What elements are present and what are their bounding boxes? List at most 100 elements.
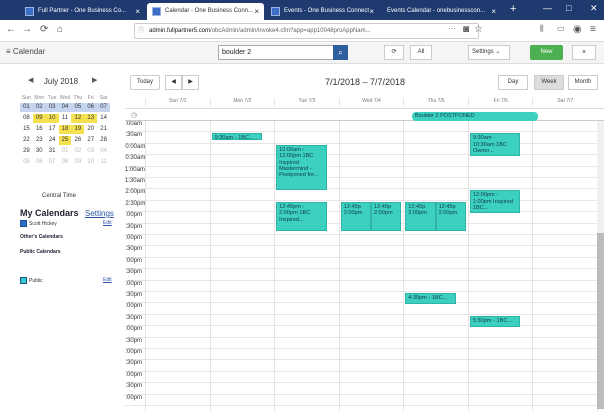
close-tab-icon[interactable]: × bbox=[369, 3, 374, 20]
hour-row[interactable]: 4:00pm bbox=[125, 281, 597, 292]
settings-dropdown[interactable]: Settings ⌄ bbox=[468, 45, 510, 60]
day-header[interactable]: Tue 7/3 bbox=[274, 98, 339, 106]
mini-cal-day[interactable]: 14 bbox=[97, 114, 110, 123]
hour-row[interactable]: 3:00pm bbox=[125, 258, 597, 270]
mini-cal-day[interactable]: 02 bbox=[71, 147, 84, 156]
mini-cal-day[interactable]: 10 bbox=[84, 158, 97, 167]
mini-cal-day[interactable]: 01 bbox=[59, 147, 72, 156]
scrollbar[interactable] bbox=[597, 121, 604, 409]
checkbox-icon[interactable] bbox=[20, 220, 27, 227]
hour-row[interactable]: 9:30am bbox=[125, 132, 597, 144]
scrollbar-thumb[interactable] bbox=[597, 233, 604, 409]
mini-cal-day[interactable]: 08 bbox=[20, 114, 33, 123]
hour-row[interactable]: 10:00am bbox=[125, 144, 597, 156]
calendar-event[interactable]: 12:45p 2:00pm bbox=[371, 201, 402, 232]
mini-cal-day[interactable]: 16 bbox=[33, 125, 46, 134]
sidebar-icon[interactable]: ▭ bbox=[557, 24, 565, 33]
hour-row[interactable]: 2:30pm bbox=[125, 246, 597, 258]
browser-tab-events[interactable]: Events - One Business Connect × bbox=[266, 3, 379, 20]
refresh-button[interactable]: ⟳ bbox=[384, 45, 404, 60]
mini-cal-day[interactable]: 07 bbox=[46, 158, 59, 167]
bookmark-star-icon[interactable]: ☆ bbox=[474, 24, 483, 35]
hour-row[interactable]: 2:00pm bbox=[125, 235, 597, 247]
hour-row[interactable]: 8:30pm bbox=[125, 383, 597, 395]
mini-cal-day[interactable]: 06 bbox=[33, 158, 46, 167]
mini-cal-day[interactable]: 05 bbox=[71, 103, 85, 112]
reload-icon[interactable]: ⟳ bbox=[40, 24, 48, 35]
hour-row[interactable]: 8:00pm bbox=[125, 372, 597, 384]
hour-row[interactable]: 4:30pm bbox=[125, 292, 597, 304]
search-button[interactable]: ⌕ bbox=[333, 45, 348, 60]
day-header[interactable]: Fri 7/6 bbox=[467, 98, 533, 106]
hour-row[interactable]: 12:00pm bbox=[125, 189, 597, 201]
maximize-button[interactable]: □ bbox=[566, 3, 571, 13]
mini-cal-day[interactable]: 12 bbox=[71, 114, 85, 123]
calendar-event[interactable]: 12:45p 2:00pm bbox=[435, 201, 466, 232]
new-tab-button[interactable]: + bbox=[510, 3, 516, 15]
hour-row[interactable]: 5:30pm bbox=[125, 315, 597, 327]
all-day-event[interactable]: Boulder 2 POSTPONED bbox=[412, 112, 538, 121]
mini-cal-day[interactable]: 30 bbox=[33, 147, 46, 156]
mini-cal-day[interactable]: 22 bbox=[20, 136, 33, 145]
calendar-event[interactable]: 12:45p 2:00pm bbox=[340, 201, 371, 232]
checkbox-icon[interactable] bbox=[20, 277, 27, 284]
mini-cal-day[interactable]: 09 bbox=[32, 114, 46, 123]
hour-row[interactable]: 6:30pm bbox=[125, 338, 597, 349]
hour-row[interactable]: 5:00pm bbox=[125, 303, 597, 315]
close-tab-icon[interactable]: × bbox=[135, 3, 140, 20]
mini-cal-day[interactable]: 25 bbox=[58, 136, 72, 145]
calendar-event[interactable]: 9:30am - 10:30am 1BC Owner... bbox=[469, 133, 521, 157]
calendar-event[interactable]: 12:00pm - 1:00pm Inspired 1BC... bbox=[469, 190, 521, 214]
home-icon[interactable]: ⌂ bbox=[57, 24, 63, 35]
calendar-event[interactable]: 5:30pm - 1BC... bbox=[469, 315, 521, 328]
mini-cal-day[interactable]: 18 bbox=[58, 125, 72, 134]
mini-cal-day[interactable]: 26 bbox=[71, 136, 84, 145]
calendar-settings-link[interactable]: Settings bbox=[85, 209, 114, 218]
mini-cal-day[interactable]: 17 bbox=[46, 125, 59, 134]
mini-cal-day[interactable]: 28 bbox=[97, 136, 110, 145]
calendar-event[interactable]: 10:00am - 12:00pm 1BC Inspired Mastermin… bbox=[276, 144, 327, 191]
close-button[interactable]: × bbox=[572, 45, 596, 60]
account-icon[interactable]: ◉ bbox=[573, 24, 582, 35]
prev-week-button[interactable]: ◀ bbox=[165, 75, 182, 90]
mini-cal-day[interactable]: 20 bbox=[84, 125, 97, 134]
window-close-button[interactable]: ✕ bbox=[590, 3, 598, 14]
new-button[interactable]: New bbox=[530, 45, 563, 60]
mini-cal-day[interactable]: 19 bbox=[71, 125, 85, 134]
mini-cal-day[interactable]: 10 bbox=[45, 114, 59, 123]
browser-tab-events-calendar[interactable]: Events Calendar - onebusinesscon... × bbox=[381, 3, 501, 20]
day-header[interactable]: Mon 7/2 bbox=[209, 98, 275, 106]
month-view-button[interactable]: Month bbox=[568, 75, 598, 90]
mini-cal-day[interactable]: 02 bbox=[32, 103, 46, 112]
mini-cal-day[interactable]: 04 bbox=[97, 147, 110, 156]
hour-row[interactable]: 11:30am bbox=[125, 178, 597, 190]
mini-cal-day[interactable]: 03 bbox=[84, 147, 97, 156]
hour-row[interactable]: 3:30pm bbox=[125, 269, 597, 281]
mini-cal-day[interactable]: 03 bbox=[45, 103, 59, 112]
day-header[interactable]: Sun 7/1 bbox=[145, 98, 210, 106]
calendar-event[interactable]: 9:30am - 1BC... bbox=[211, 133, 262, 141]
calendar-item-public[interactable]: Public bbox=[20, 277, 43, 284]
library-icon[interactable]: ⫼ bbox=[540, 24, 544, 34]
day-header[interactable]: Thu 7/5 bbox=[403, 98, 468, 106]
day-header[interactable]: Wed 7/4 bbox=[338, 98, 404, 106]
close-tab-icon[interactable]: × bbox=[491, 3, 496, 20]
mini-cal-day[interactable]: 01 bbox=[20, 103, 33, 112]
address-bar[interactable]: ⓘ admin.fullpartner5.com/obcAdmin/admin/i… bbox=[134, 23, 479, 39]
mini-cal-day[interactable]: 27 bbox=[84, 136, 97, 145]
more-icon[interactable]: ··· bbox=[448, 24, 456, 33]
mini-cal-day[interactable]: 23 bbox=[33, 136, 46, 145]
mini-cal-day[interactable]: 29 bbox=[20, 147, 33, 156]
week-view-button[interactable]: Week bbox=[534, 75, 564, 90]
search-input[interactable]: boulder 2 bbox=[218, 45, 338, 60]
mini-cal-day[interactable]: 11 bbox=[97, 158, 110, 167]
hour-row[interactable]: 7:00pm bbox=[125, 349, 597, 361]
browser-tab-calendar[interactable]: Calendar - One Business Conn... × bbox=[147, 3, 264, 20]
mini-cal-day[interactable]: 21 bbox=[97, 125, 110, 134]
calendar-item-scott-hickey[interactable]: Scott Hickey bbox=[20, 220, 57, 227]
mini-cal-day[interactable]: 07 bbox=[97, 103, 111, 112]
mini-cal-day[interactable]: 06 bbox=[84, 103, 98, 112]
pocket-icon[interactable]: ◙ bbox=[463, 24, 469, 35]
mini-cal-day[interactable]: 13 bbox=[84, 114, 98, 123]
menu-icon[interactable]: ≡ bbox=[590, 24, 596, 35]
